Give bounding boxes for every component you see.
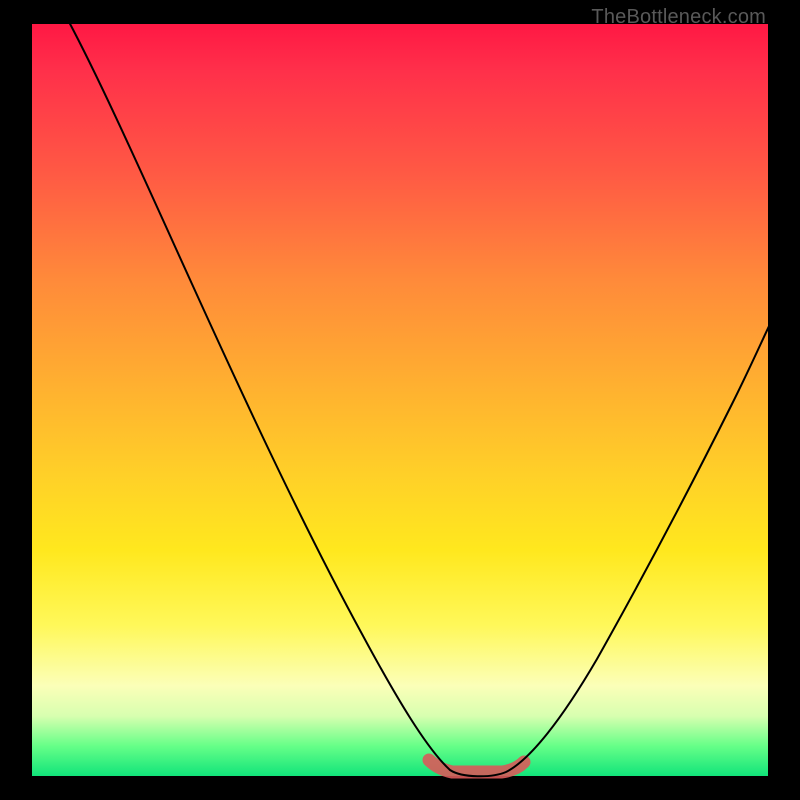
chart-frame: TheBottleneck.com [0,0,800,800]
curve-svg [32,24,768,776]
plot-area [32,24,768,776]
bottleneck-curve [68,20,772,776]
